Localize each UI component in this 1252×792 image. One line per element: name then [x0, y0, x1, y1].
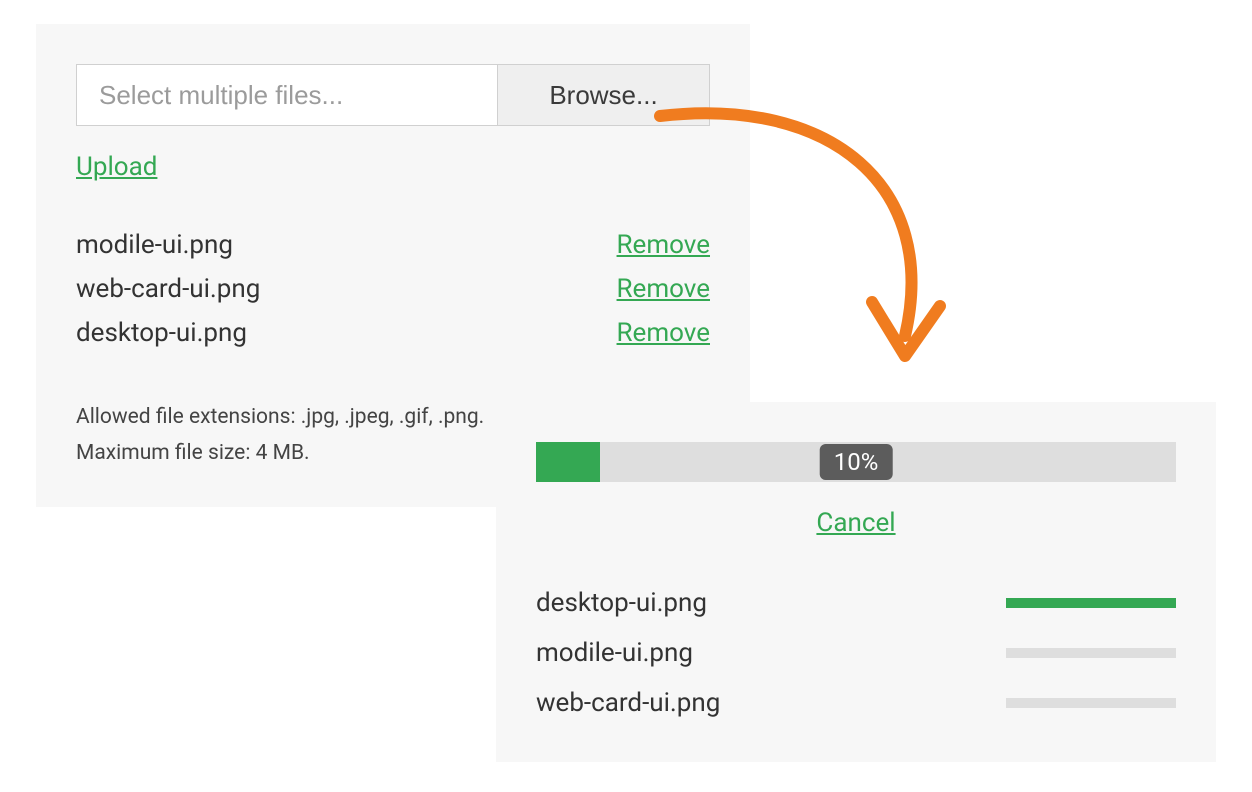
remove-link[interactable]: Remove	[617, 274, 710, 304]
cancel-link[interactable]: Cancel	[816, 508, 895, 538]
file-name: web-card-ui.png	[76, 274, 260, 304]
overall-progress-bar: 10%	[536, 442, 1176, 482]
progress-file-list: desktop-ui.png modile-ui.png web-card-ui…	[536, 588, 1176, 718]
file-row: web-card-ui.png Remove	[76, 274, 710, 304]
progress-file-row: modile-ui.png	[536, 638, 1176, 668]
overall-progress-fill	[536, 442, 600, 482]
progress-file-name: modile-ui.png	[536, 638, 693, 668]
file-select-input[interactable]	[77, 65, 497, 125]
remove-link[interactable]: Remove	[617, 230, 710, 260]
progress-file-name: desktop-ui.png	[536, 588, 707, 618]
file-name: desktop-ui.png	[76, 318, 247, 348]
remove-link[interactable]: Remove	[617, 318, 710, 348]
cancel-row: Cancel	[536, 508, 1176, 538]
progress-file-name: web-card-ui.png	[536, 688, 720, 718]
file-input-row: Browse...	[76, 64, 710, 126]
upload-link[interactable]: Upload	[76, 152, 157, 182]
file-progress-fill	[1006, 598, 1176, 608]
overall-progress-label: 10%	[820, 444, 893, 480]
file-progress-bar	[1006, 648, 1176, 658]
file-row: desktop-ui.png Remove	[76, 318, 710, 348]
progress-file-row: web-card-ui.png	[536, 688, 1176, 718]
browse-button[interactable]: Browse...	[497, 65, 709, 125]
file-name: modile-ui.png	[76, 230, 233, 260]
file-progress-bar	[1006, 698, 1176, 708]
upload-progress-panel: 10% Cancel desktop-ui.png modile-ui.png …	[496, 402, 1216, 762]
file-progress-bar	[1006, 598, 1176, 608]
progress-file-row: desktop-ui.png	[536, 588, 1176, 618]
selected-file-list: modile-ui.png Remove web-card-ui.png Rem…	[76, 230, 710, 348]
file-row: modile-ui.png Remove	[76, 230, 710, 260]
